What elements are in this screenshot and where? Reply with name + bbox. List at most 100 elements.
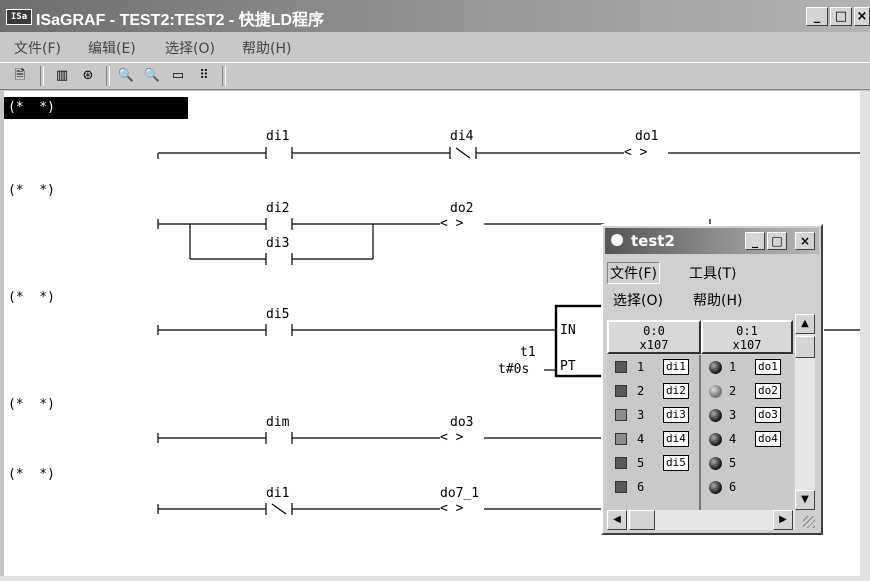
column-header-0-1[interactable]: 0:1 x107	[701, 320, 793, 354]
output-row[interactable]: 2 do2	[701, 381, 793, 403]
scroll-right-button[interactable]: ▶	[773, 510, 793, 530]
zoom-out-icon[interactable]: 🔍	[116, 67, 136, 85]
document-icon[interactable]: 🗎	[10, 67, 30, 85]
zoom-in-icon[interactable]: 🔍	[142, 67, 162, 85]
timer-preset[interactable]: t#0s	[498, 362, 529, 377]
input-row[interactable]: 5 di5	[607, 453, 701, 475]
menu-file[interactable]: 文件(F)	[14, 38, 61, 58]
menu-edit[interactable]: 编辑(E)	[88, 38, 136, 58]
resize-grip-icon[interactable]	[803, 516, 815, 528]
maximize-button[interactable]: □	[830, 7, 852, 26]
input-row[interactable]: 2 di2	[607, 381, 701, 403]
output-tag: do1	[755, 359, 781, 375]
input-state-indicator[interactable]	[615, 433, 627, 445]
output-led-icon	[709, 361, 722, 374]
input-state-indicator[interactable]	[615, 481, 627, 493]
coil-label[interactable]: do2	[450, 201, 473, 216]
coil-symbol[interactable]: < >	[440, 216, 463, 231]
scroll-thumb[interactable]	[795, 336, 815, 358]
rung-comment[interactable]: (* *)	[8, 397, 55, 412]
test2-maximize-button[interactable]: □	[767, 232, 787, 250]
columns-icon[interactable]: ▥	[52, 67, 72, 85]
timer-in-pin: IN	[560, 323, 576, 338]
column-header-0-0[interactable]: 0:0 x107	[607, 320, 701, 354]
title-bar[interactable]: ISa ISaGRAF - TEST2:TEST2 - 快捷LD程序 _ □ ×	[0, 0, 870, 32]
contact-label[interactable]: di1	[266, 129, 289, 144]
output-led-icon	[709, 385, 722, 398]
output-tag: do4	[755, 431, 781, 447]
input-state-indicator[interactable]	[615, 361, 627, 373]
output-row[interactable]: 3 do3	[701, 405, 793, 427]
connect-icon[interactable]: ⊛	[78, 67, 98, 85]
test2-minimize-button[interactable]: _	[745, 232, 765, 250]
coil-symbol[interactable]: < >	[440, 501, 463, 516]
timer-instance-name[interactable]: t1	[520, 345, 536, 360]
output-led-icon	[709, 481, 722, 494]
test2-menu-help[interactable]: 帮助(H)	[693, 290, 742, 310]
input-tag: di2	[663, 383, 689, 399]
input-state-indicator[interactable]	[615, 385, 627, 397]
grid-icon[interactable]: ⠿	[194, 67, 214, 85]
input-row[interactable]: 1 di1	[607, 357, 701, 379]
timer-pt-pin: PT	[560, 359, 576, 374]
toolbar-separator	[106, 66, 110, 86]
contact-label[interactable]: di2	[266, 201, 289, 216]
coil-symbol[interactable]: < >	[624, 145, 647, 160]
scroll-thumb[interactable]	[629, 510, 655, 530]
contact-label[interactable]: di4	[450, 129, 473, 144]
scroll-up-button[interactable]: ▲	[795, 314, 815, 334]
test2-title-bar[interactable]: test2 _ □ ×	[605, 228, 819, 254]
contact-label[interactable]: di1	[266, 486, 289, 501]
output-row[interactable]: 4 do4	[701, 429, 793, 451]
rung-comment[interactable]: (* *)	[8, 183, 55, 198]
input-row[interactable]: 3 di3	[607, 405, 701, 427]
input-tag: di1	[663, 359, 689, 375]
toolbar: 🗎 ▥ ⊛ 🔍 🔍 ▭ ⠿	[0, 62, 870, 90]
contact-label[interactable]: dim	[266, 415, 289, 430]
output-row[interactable]: 6	[701, 477, 793, 499]
fit-icon[interactable]: ▭	[168, 67, 188, 85]
output-tag: do2	[755, 383, 781, 399]
test2-close-button[interactable]: ×	[795, 232, 815, 250]
input-state-indicator[interactable]	[615, 409, 627, 421]
rung-comment[interactable]: (* *)	[8, 467, 55, 482]
menu-help[interactable]: 帮助(H)	[242, 38, 291, 58]
test2-vertical-scrollbar[interactable]: ▲ ▼	[795, 314, 815, 510]
coil-label[interactable]: do3	[450, 415, 473, 430]
input-tag: di5	[663, 455, 689, 471]
test2-horizontal-scrollbar[interactable]: ◀ ▶	[607, 510, 795, 530]
scroll-down-button[interactable]: ▼	[795, 490, 815, 510]
coil-label[interactable]: do1	[635, 129, 658, 144]
app-icon: ISa	[6, 9, 32, 25]
test2-menu-select[interactable]: 选择(O)	[613, 290, 663, 310]
output-led-icon	[709, 433, 722, 446]
coil-label[interactable]: do7_1	[440, 486, 479, 501]
isagraf-app-window: ISa ISaGRAF - TEST2:TEST2 - 快捷LD程序 _ □ ×…	[0, 0, 870, 581]
close-button[interactable]: ×	[854, 7, 870, 26]
selected-rung-comment[interactable]: (* *)	[4, 97, 188, 119]
output-row[interactable]: 5	[701, 453, 793, 475]
output-tag: do3	[755, 407, 781, 423]
input-row[interactable]: 6	[607, 477, 701, 499]
contact-label[interactable]: di3	[266, 236, 289, 251]
contact-label[interactable]: di5	[266, 307, 289, 322]
column-divider	[699, 355, 701, 510]
menu-bar: 文件(F) 编辑(E) 选择(O) 帮助(H)	[0, 32, 870, 62]
input-tag: di3	[663, 407, 689, 423]
test2-menu-file[interactable]: 文件(F)	[607, 262, 660, 284]
editor-horizontal-scrollbar[interactable]	[0, 576, 870, 581]
input-state-indicator[interactable]	[615, 457, 627, 469]
test2-title: test2	[631, 232, 675, 250]
editor-vertical-scrollbar[interactable]	[860, 91, 870, 576]
toolbar-separator	[40, 66, 44, 86]
output-row[interactable]: 1 do1	[701, 357, 793, 379]
scroll-left-button[interactable]: ◀	[607, 510, 627, 530]
menu-select[interactable]: 选择(O)	[165, 38, 215, 58]
rung-comment[interactable]: (* *)	[8, 290, 55, 305]
input-tag: di4	[663, 431, 689, 447]
minimize-button[interactable]: _	[806, 7, 828, 26]
input-row[interactable]: 4 di4	[607, 429, 701, 451]
test2-menu-tools[interactable]: 工具(T)	[689, 263, 736, 283]
coil-symbol[interactable]: < >	[440, 430, 463, 445]
toolbar-separator	[222, 66, 226, 86]
